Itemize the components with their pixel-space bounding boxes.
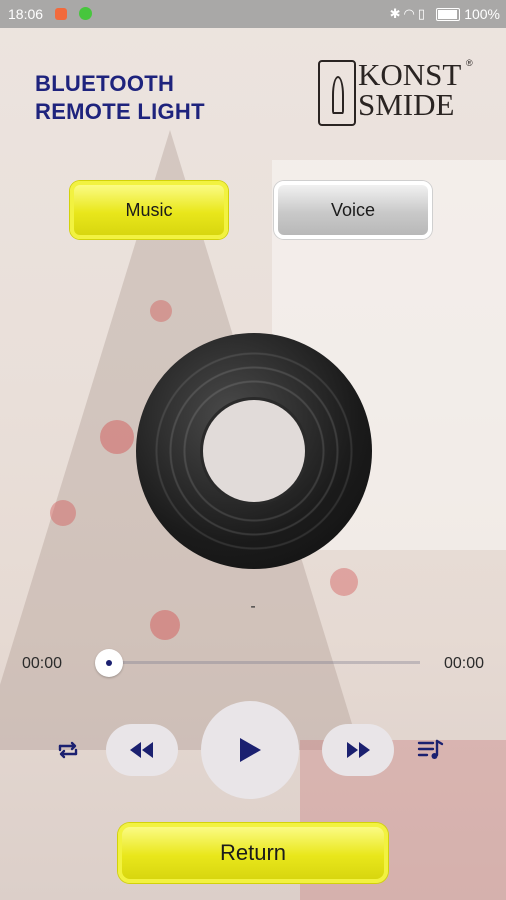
background-ornament bbox=[150, 300, 172, 322]
notification-app-icon bbox=[79, 7, 92, 20]
record-label bbox=[203, 400, 305, 502]
progress-bar[interactable] bbox=[110, 661, 420, 664]
app-title: BLUETOOTH REMOTE LIGHT bbox=[35, 70, 255, 126]
background-ornament bbox=[330, 568, 358, 596]
sim-icon: ▯ bbox=[417, 6, 428, 21]
play-icon bbox=[240, 738, 261, 762]
return-button[interactable]: Return bbox=[118, 823, 388, 883]
track-title: - bbox=[250, 598, 256, 615]
repeat-icon bbox=[58, 741, 78, 759]
play-button[interactable] bbox=[201, 701, 299, 799]
registered-mark: ® bbox=[466, 58, 473, 68]
status-time: 18:06 bbox=[8, 6, 44, 22]
background-ornament bbox=[100, 420, 134, 454]
previous-button[interactable] bbox=[106, 724, 178, 776]
playlist-icon bbox=[417, 739, 444, 759]
wifi-icon: ◠ bbox=[403, 6, 418, 21]
bluetooth-icon: ✱ bbox=[389, 6, 404, 21]
battery-percent: 100% bbox=[464, 6, 500, 22]
vinyl-record-icon bbox=[136, 333, 372, 569]
status-bar: 18:06 ✱◠▯ 100% bbox=[0, 0, 506, 28]
app-title-line2: REMOTE LIGHT bbox=[35, 99, 205, 124]
brand-name-line2: SMIDE bbox=[358, 87, 455, 122]
notification-app-icon bbox=[55, 8, 67, 20]
current-time: 00:00 bbox=[22, 655, 63, 672]
brand-logo: KONST SMIDE ® bbox=[316, 58, 476, 126]
next-icon bbox=[347, 742, 370, 758]
repeat-button[interactable] bbox=[52, 734, 84, 766]
connectivity-icons: ✱◠▯ bbox=[390, 6, 428, 22]
background-ornament bbox=[50, 500, 76, 526]
app-title-line1: BLUETOOTH bbox=[35, 71, 175, 96]
playlist-button[interactable] bbox=[414, 734, 446, 766]
total-time: 00:00 bbox=[443, 655, 484, 672]
music-mode-button[interactable]: Music bbox=[70, 181, 228, 239]
previous-icon bbox=[130, 742, 153, 758]
battery-icon bbox=[436, 8, 460, 21]
progress-slider-thumb[interactable] bbox=[95, 649, 123, 677]
flame-logo-icon bbox=[318, 60, 356, 126]
next-button[interactable] bbox=[322, 724, 394, 776]
brand-name-line1: KONST bbox=[358, 57, 462, 92]
voice-mode-button[interactable]: Voice bbox=[274, 181, 432, 239]
